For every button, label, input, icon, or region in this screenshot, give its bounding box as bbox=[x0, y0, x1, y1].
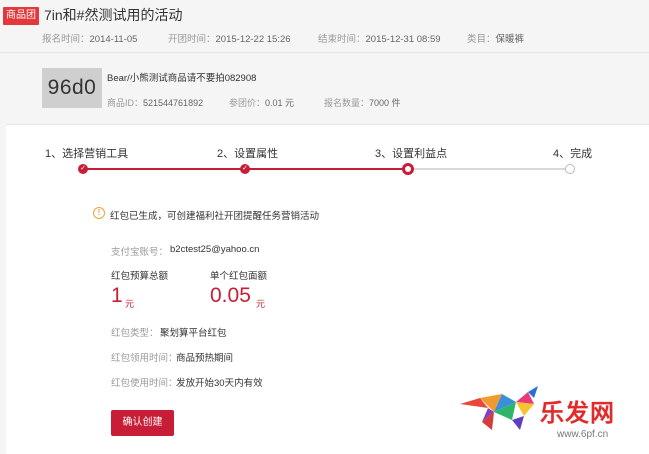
step-3-active-node bbox=[402, 163, 414, 175]
meta-key: 开团时间： bbox=[168, 34, 216, 45]
meta-key: 类目： bbox=[467, 34, 496, 45]
meta-value: 2015-12-31 08:59 bbox=[365, 34, 441, 45]
step-1-label: 1、选择营销工具 bbox=[45, 148, 129, 160]
type-value: 聚划算平台红包 bbox=[160, 328, 227, 339]
meta-category: 类目：保暖裤 bbox=[467, 31, 524, 45]
face-value-amount: 0.05 bbox=[210, 284, 251, 307]
product-thumbnail[interactable]: 96d0 bbox=[42, 68, 102, 108]
info-icon: ! bbox=[93, 207, 105, 219]
divider bbox=[0, 52, 649, 53]
confirm-create-button[interactable]: 确认创建 bbox=[111, 410, 174, 436]
check-icon: ✓ bbox=[78, 164, 88, 174]
step-2-label: 2、设置属性 bbox=[217, 148, 279, 160]
activity-tag-badge: 商品团 bbox=[3, 7, 39, 25]
budget-unit: 元 bbox=[125, 299, 135, 309]
use-time-label: 红包使用时间： bbox=[111, 378, 178, 389]
meta-key: 报名数量： bbox=[324, 98, 370, 108]
activity-header: 商品团 7in和#然测试用的活动 报名时间：2014-11-05 开团时间：20… bbox=[0, 0, 649, 124]
claim-time-label: 红包领用时间： bbox=[111, 353, 178, 364]
meta-key: 商品ID： bbox=[107, 98, 144, 108]
step-4-pending-node bbox=[565, 164, 575, 174]
step-3-label: 3、设置利益点 bbox=[375, 148, 448, 160]
meta-signup-time: 报名时间：2014-11-05 bbox=[42, 31, 137, 45]
step-4-label: 4、完成 bbox=[553, 148, 593, 160]
alipay-value: b2ctest25@yahoo.cn bbox=[170, 244, 260, 255]
meta-key: 报名时间： bbox=[42, 34, 90, 45]
watermark-brand: 乐发网 bbox=[540, 400, 615, 427]
check-icon: ✓ bbox=[240, 164, 250, 174]
meta-value: 0.01 元 bbox=[265, 98, 295, 108]
meta-value: 保暖裤 bbox=[495, 34, 525, 45]
meta-value: 2014-11-05 bbox=[89, 34, 138, 45]
activity-title: 7in和#然测试用的活动 bbox=[44, 7, 183, 23]
budget-amount: 1 bbox=[111, 284, 123, 307]
meta-value: 521544761892 bbox=[143, 98, 204, 108]
use-time-value: 发放开始30天内有效 bbox=[176, 378, 263, 389]
product-id: 商品ID：521544761892 bbox=[107, 96, 203, 109]
alipay-label: 支付宝账号： bbox=[111, 247, 169, 258]
face-value-label: 单个红包面额 bbox=[210, 271, 268, 282]
success-notice: 红包已生成，可创建福利社开团提醒任务营销活动 bbox=[110, 211, 320, 222]
meta-end-time: 结束时间：2015-12-31 08:59 bbox=[318, 31, 441, 45]
progress-track-remaining bbox=[408, 168, 570, 170]
meta-value: 7000 件 bbox=[369, 98, 401, 108]
product-quantity: 报名数量：7000 件 bbox=[324, 96, 401, 109]
budget-label: 红包预算总额 bbox=[111, 271, 169, 282]
product-name[interactable]: Bear/小熊测试商品请不要拍082908 bbox=[107, 70, 256, 84]
meta-key: 结束时间： bbox=[318, 34, 366, 45]
meta-key: 参团价： bbox=[229, 98, 266, 108]
type-label: 红包类型： bbox=[111, 328, 159, 339]
watermark-url: www.6pf.cn bbox=[557, 429, 609, 440]
claim-time-value: 商品预热期间 bbox=[176, 353, 234, 364]
meta-value: 2015-12-22 15:26 bbox=[215, 34, 291, 45]
face-value-unit: 元 bbox=[256, 299, 266, 309]
meta-open-time: 开团时间：2015-12-22 15:26 bbox=[168, 31, 291, 45]
bull-logo-icon bbox=[460, 386, 538, 430]
product-price: 参团价：0.01 元 bbox=[229, 96, 294, 109]
